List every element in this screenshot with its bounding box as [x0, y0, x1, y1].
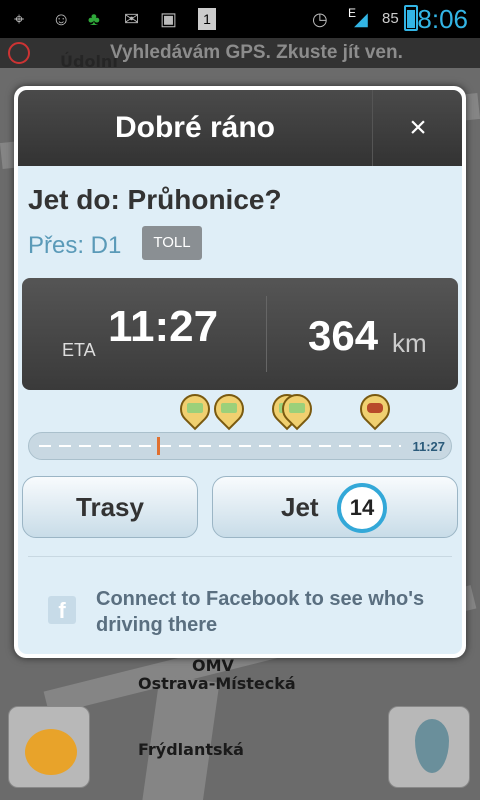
header-divider: [372, 90, 373, 166]
mail-icon: ✉: [124, 9, 140, 29]
waze-menu-button[interactable]: [8, 706, 90, 788]
destination-question: Jet do: Průhonice?: [28, 184, 282, 215]
dialog-header: Dobré ráno ×: [18, 90, 462, 166]
calendar-icon: 1: [198, 8, 216, 30]
signal-icon: ◢: [354, 9, 368, 29]
morning-dialog: Dobré ráno × Jet do: Průhonice? Přes: D1…: [14, 86, 466, 658]
countdown-timer: 14: [337, 483, 387, 533]
timeline-now-marker: [157, 437, 160, 455]
map-label-frydlantska: Frýdlantská: [138, 740, 244, 759]
facebook-icon[interactable]: f: [48, 596, 76, 624]
waze-icon: [25, 729, 77, 775]
route-via: Přes: D1: [28, 232, 122, 259]
location-pin-icon: [415, 719, 449, 773]
close-button[interactable]: ×: [374, 90, 462, 166]
toll-badge: TOLL: [142, 226, 202, 260]
report-button[interactable]: [388, 706, 470, 788]
distance-unit: km: [392, 328, 427, 358]
map-label-ostrava: Ostrava-Místecká: [138, 674, 296, 693]
waze-icon: ☺: [52, 9, 71, 29]
timeline-track: [39, 445, 401, 447]
eta-divider: [266, 296, 267, 372]
eta-panel: ETA 11:27 364 km: [22, 278, 458, 390]
traffic-jam-pin-icon[interactable]: [353, 387, 397, 432]
gps-banner-text: Vyhledávám GPS. Zkuste jít ven.: [110, 42, 403, 63]
dialog-body: Dobré ráno × Jet do: Průhonice? Přes: D1…: [18, 90, 462, 654]
gps-banner: Vyhledávám GPS. Zkuste jít ven.: [0, 38, 480, 68]
traffic-pin-icon[interactable]: [207, 387, 251, 432]
distance-value: 364: [308, 312, 379, 359]
route-timeline: 11:27: [28, 432, 452, 460]
timeline-end-time: 11:27: [412, 439, 445, 454]
eta-value: 11:27: [108, 302, 219, 351]
eta-label: ETA: [62, 340, 96, 360]
go-button-label: Jet: [281, 492, 319, 522]
dialog-title: Dobré ráno: [114, 111, 276, 144]
facebook-connect-link[interactable]: Connect to Facebook to see who's driving…: [96, 586, 456, 638]
clock: 8:06: [417, 4, 468, 34]
gps-icon: ⌖: [14, 9, 25, 29]
image-icon: ▣: [160, 9, 178, 29]
routes-button[interactable]: Trasy: [22, 476, 198, 538]
warning-icon: [8, 42, 30, 64]
divider: [28, 556, 452, 557]
dino-icon: ♣: [88, 9, 100, 29]
map-label-omv: OMV: [192, 656, 234, 675]
battery-icon: [404, 5, 418, 31]
go-button[interactable]: Jet 14: [212, 476, 458, 538]
alarm-icon: ◷: [312, 9, 328, 29]
status-bar: ⌖ ☺ ♣ ✉ ▣ 1 ◷ E ◢ 85 8:06: [0, 0, 480, 38]
traffic-pin-icon[interactable]: [173, 387, 217, 432]
traffic-pin-icon[interactable]: [275, 387, 319, 432]
battery-percent: 85: [382, 10, 399, 27]
